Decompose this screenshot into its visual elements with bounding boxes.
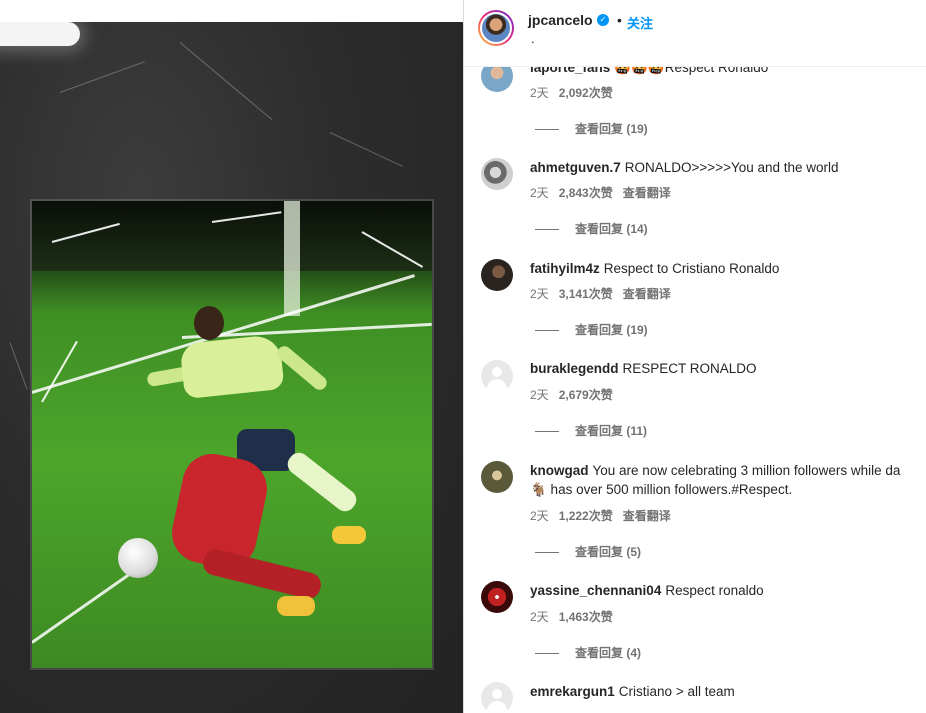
view-replies-label: 查看回复 (19) — [575, 122, 648, 136]
see-translation-button[interactable]: 查看翻译 — [623, 509, 671, 523]
post-author-username[interactable]: jpcancelo — [528, 12, 593, 28]
football — [118, 538, 158, 578]
profile-avatar[interactable] — [478, 10, 514, 46]
view-replies-label: 查看回复 (5) — [575, 545, 642, 559]
see-translation-button[interactable]: 查看翻译 — [623, 287, 671, 301]
goal-post — [284, 201, 300, 316]
comment-likes[interactable]: 2,679次赞 — [559, 388, 613, 402]
view-replies-button[interactable]: 查看回复 (14) — [535, 220, 648, 237]
comment-likes[interactable]: 1,222次赞 — [559, 509, 613, 523]
post-media[interactable] — [0, 0, 463, 713]
comment-time[interactable]: 2天 — [530, 287, 549, 301]
comment-meta: 2天 2,092次赞 — [530, 84, 623, 101]
follow-button[interactable]: 关注 — [627, 13, 653, 32]
hashtag-link[interactable]: #Respect — [731, 482, 788, 497]
view-replies-label: 查看回复 (14) — [575, 222, 648, 236]
commenter-avatar[interactable] — [481, 158, 513, 190]
commenter-avatar[interactable] — [481, 461, 513, 493]
comment-meta: 2天 2,679次赞 — [530, 386, 623, 403]
view-replies-button[interactable]: 查看回复 (19) — [535, 321, 648, 338]
video-frame[interactable] — [32, 201, 432, 668]
replies-divider — [535, 431, 559, 433]
comment-time[interactable]: 2天 — [530, 388, 549, 402]
comment-text-line2: 🐐 has over 500 million followers.#Respec… — [530, 480, 792, 500]
comment-likes[interactable]: 2,843次赞 — [559, 186, 613, 200]
comment-meta: 2天 1,222次赞 查看翻译 — [530, 507, 681, 524]
post-header: jpcancelo ✓ • 关注 . — [464, 0, 926, 67]
view-replies-button[interactable]: 查看回复 (19) — [535, 120, 648, 137]
comment-list[interactable]: laporte_fans 🤬🤬🤬Respect Ronaldo 2天 2,092次赞… — [464, 0, 926, 713]
comment-time[interactable]: 2天 — [530, 186, 549, 200]
default-avatar-icon[interactable] — [481, 682, 513, 713]
replies-divider — [535, 129, 559, 131]
comment-meta: 2天 3,141次赞 查看翻译 — [530, 285, 681, 302]
comment-likes[interactable]: 3,141次赞 — [559, 287, 613, 301]
comment-time[interactable]: 2天 — [530, 509, 549, 523]
comments-panel: laporte_fans 🤬🤬🤬Respect Ronaldo 2天 2,092次赞… — [463, 0, 926, 713]
comment-text: emrekargun1 Cristiano > all team — [530, 682, 920, 702]
commenter-username[interactable]: knowgad — [530, 463, 589, 478]
view-replies-label: 查看回复 (19) — [575, 323, 648, 337]
view-replies-label: 查看回复 (11) — [575, 424, 648, 438]
comment-time[interactable]: 2天 — [530, 610, 549, 624]
player-head — [194, 306, 224, 340]
default-avatar-icon[interactable] — [481, 360, 513, 392]
commenter-username[interactable]: yassine_chennani04 — [530, 583, 661, 598]
replies-divider — [535, 330, 559, 332]
comment-text: yassine_chennani04 Respect ronaldo — [530, 581, 920, 601]
commenter-username[interactable]: ahmetguven.7 — [530, 160, 621, 175]
media-top-band — [0, 0, 463, 22]
comment-body: Cristiano > all team — [618, 684, 735, 699]
comment-meta: 2天 2,843次赞 查看翻译 — [530, 184, 681, 201]
commenter-username[interactable]: buraklegendd — [530, 361, 619, 376]
view-replies-button[interactable]: 查看回复 (4) — [535, 644, 641, 661]
replies-divider — [535, 552, 559, 554]
light-flare — [0, 22, 80, 46]
player-shirt — [179, 333, 285, 400]
commenter-username[interactable]: emrekargun1 — [530, 684, 615, 699]
view-replies-label: 查看回复 (4) — [575, 646, 642, 660]
view-replies-button[interactable]: 查看回复 (11) — [535, 422, 647, 439]
header-separator: • — [617, 12, 622, 28]
see-translation-button[interactable]: 查看翻译 — [623, 186, 671, 200]
comment-body: You are now celebrating 3 million follow… — [592, 463, 901, 478]
comment-likes[interactable]: 1,463次赞 — [559, 610, 613, 624]
comment-text: fatihyilm4z Respect to Cristiano Ronaldo — [530, 259, 920, 279]
comment-body: RESPECT RONALDO — [622, 361, 757, 376]
comment-body-cont: 🐐 has over 500 million followers. — [530, 482, 732, 497]
verified-badge-icon: ✓ — [597, 14, 609, 26]
comment-body: RONALDO>>>>>You and the world — [624, 160, 839, 175]
comment-meta: 2天 1,463次赞 — [530, 608, 623, 625]
comment-time[interactable]: 2天 — [530, 86, 549, 100]
header-subtitle: . — [531, 31, 535, 46]
commenter-username[interactable]: fatihyilm4z — [530, 261, 600, 276]
replies-divider — [535, 229, 559, 231]
commenter-avatar[interactable] — [481, 581, 513, 613]
comment-body: Respect ronaldo — [665, 583, 764, 598]
replies-divider — [535, 653, 559, 655]
commenter-avatar[interactable] — [481, 259, 513, 291]
opponent-boot — [277, 596, 315, 616]
comment-text: buraklegendd RESPECT RONALDO — [530, 359, 920, 379]
comment-likes[interactable]: 2,092次赞 — [559, 86, 613, 100]
comment-text: knowgad You are now celebrating 3 million… — [530, 461, 920, 481]
comment-text: ahmetguven.7 RONALDO>>>>>You and the worl… — [530, 158, 920, 178]
comment-body: Respect to Cristiano Ronaldo — [603, 261, 780, 276]
player-boot — [332, 526, 366, 544]
comment-body-end: . — [788, 482, 793, 497]
view-replies-button[interactable]: 查看回复 (5) — [535, 543, 641, 560]
